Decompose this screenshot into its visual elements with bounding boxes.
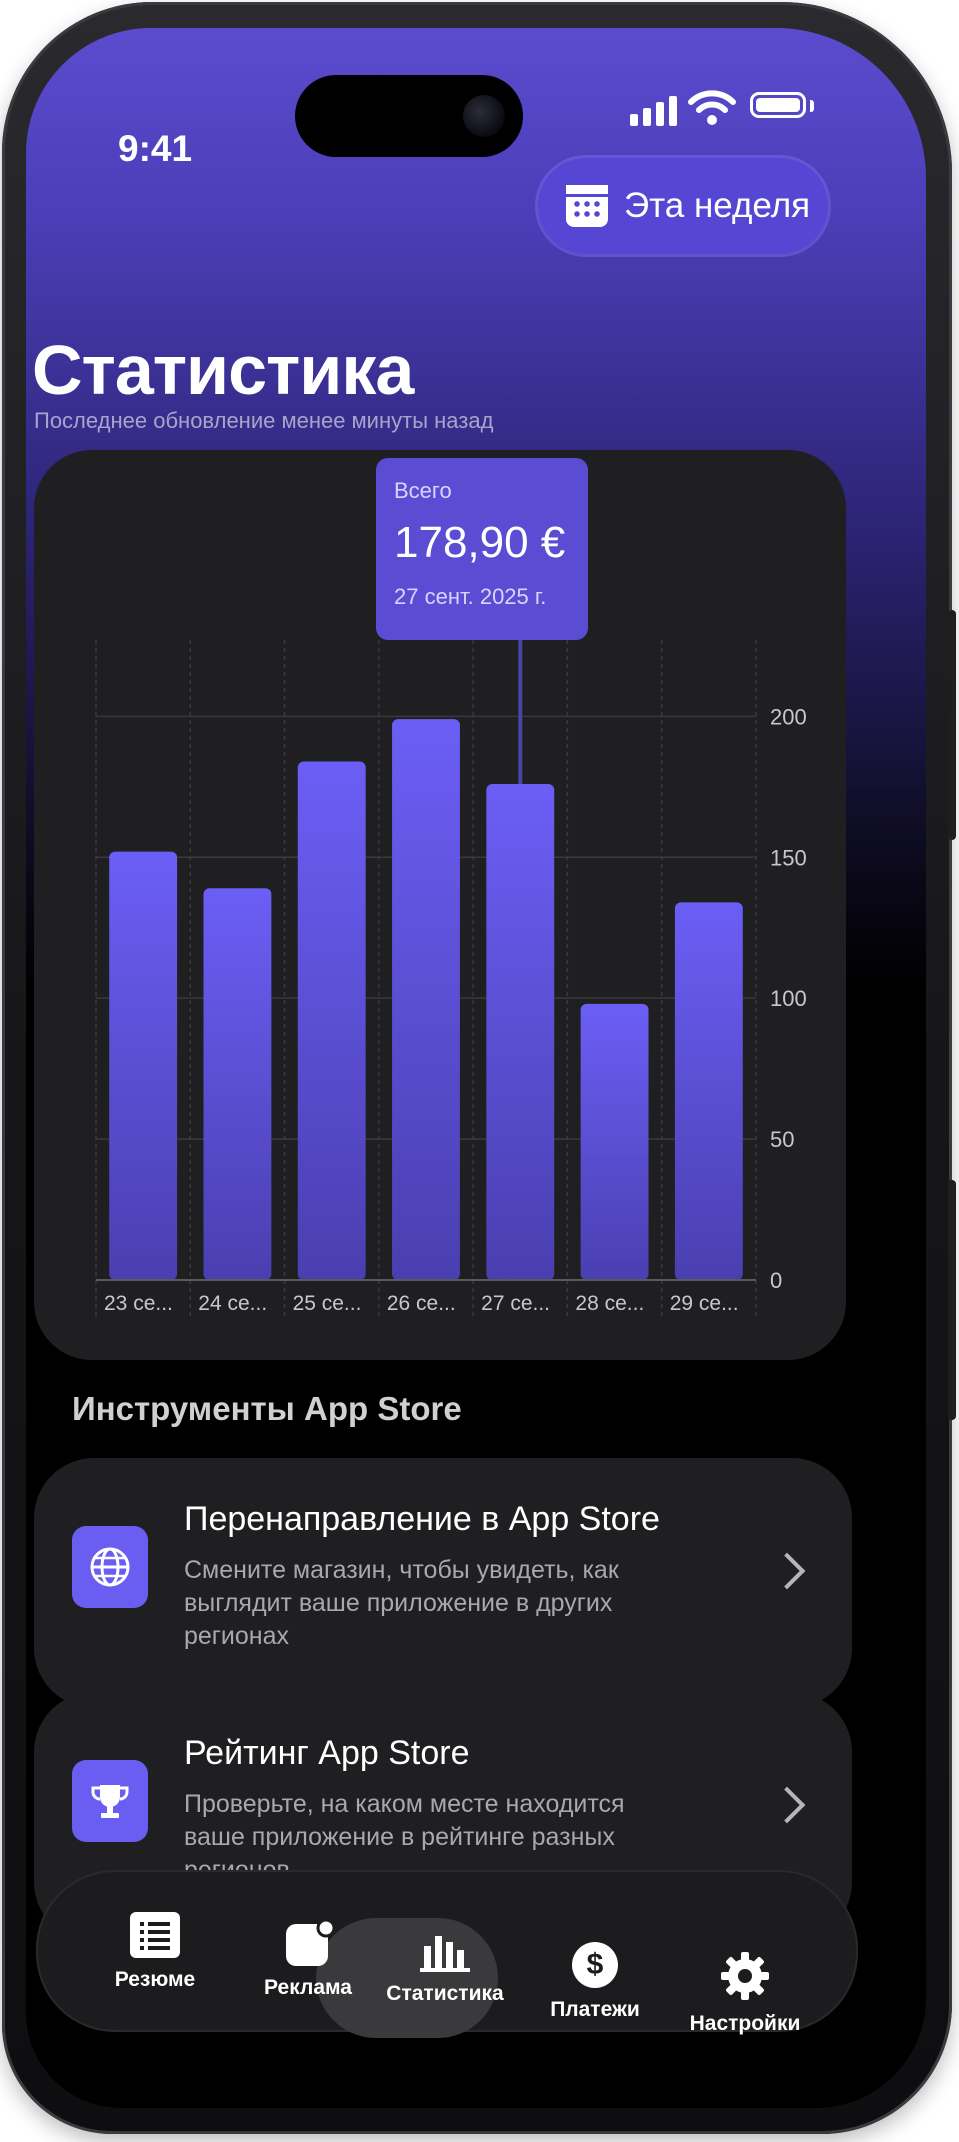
- tool-description: Смените магазин, чтобы увидеть, как выгл…: [184, 1556, 619, 1650]
- x-tick-label: 27 се...: [481, 1292, 550, 1315]
- y-tick-label: 200: [770, 704, 807, 729]
- y-tick-label: 150: [770, 845, 807, 870]
- tool-title: Рейтинг App Store: [184, 1734, 470, 1772]
- notification-badge-icon: [284, 1918, 336, 1966]
- tab-label: Реклама: [264, 1976, 352, 1999]
- tab-statistics[interactable]: Статистика: [380, 1932, 510, 2006]
- tab-label: Платежи: [550, 1998, 640, 2021]
- tab-summary[interactable]: Резюме: [100, 1912, 210, 1992]
- globe-icon: [72, 1526, 148, 1608]
- tab-ads[interactable]: Реклама: [248, 1918, 368, 2000]
- x-tick-label: 25 се...: [293, 1292, 362, 1315]
- tab-label: Настройки: [689, 2012, 801, 2035]
- battery-icon: [750, 92, 806, 118]
- period-selector-button[interactable]: Эта неделя: [538, 158, 828, 254]
- power-button: [948, 1180, 956, 1420]
- tool-title: Перенаправление в App Store: [184, 1500, 660, 1538]
- y-tick-label: 50: [770, 1127, 794, 1152]
- chart-bar[interactable]: [297, 761, 366, 1280]
- camera-icon: [463, 95, 505, 137]
- chevron-right-icon: [768, 1786, 806, 1824]
- tab-label: Статистика: [386, 1982, 504, 2005]
- bar-chart-icon: [420, 1932, 470, 1972]
- battery-tip: [810, 100, 814, 112]
- tab-payments[interactable]: $ Платежи: [540, 1942, 650, 2022]
- x-tick-label: 26 се...: [387, 1292, 456, 1315]
- x-tick-label: 24 се...: [198, 1292, 267, 1315]
- status-icons: [600, 88, 840, 136]
- tooltip-label: Всего: [394, 478, 452, 503]
- last-updated-text: Последнее обновление менее минуты назад: [34, 408, 494, 433]
- y-tick-label: 0: [770, 1268, 782, 1293]
- tooltip-value: 178,90 €: [394, 518, 566, 567]
- chart-bar[interactable]: [109, 851, 178, 1280]
- dynamic-island: [295, 75, 523, 157]
- volume-button: [948, 610, 956, 840]
- calendar-icon: [566, 185, 608, 227]
- chart-bar[interactable]: [392, 719, 460, 1280]
- section-title: Инструменты App Store: [72, 1390, 462, 1427]
- tab-settings[interactable]: Настройки: [680, 1950, 810, 2036]
- chart-bar[interactable]: [203, 888, 272, 1280]
- list-icon: [130, 1912, 180, 1958]
- app-store-redirect-card[interactable]: Перенаправление в App Store Смените мага…: [34, 1458, 852, 1708]
- y-tick-label: 100: [770, 986, 807, 1011]
- chart-bar[interactable]: [486, 784, 555, 1280]
- x-tick-label: 29 се...: [670, 1292, 739, 1315]
- period-label: Эта неделя: [624, 186, 811, 225]
- status-time: 9:41: [118, 128, 193, 169]
- tab-label: Резюме: [114, 1968, 196, 1991]
- dollar-icon: $: [572, 1942, 618, 1988]
- x-tick-label: 28 се...: [575, 1292, 644, 1315]
- x-tick-label: 23 се...: [104, 1292, 173, 1315]
- page-title: Статистика: [32, 331, 414, 409]
- chevron-right-icon: [768, 1552, 806, 1590]
- wifi-icon: [688, 90, 736, 125]
- phone-mockup: 9:41 Эта неделя Статистика Последнее обн…: [0, 0, 959, 2142]
- gear-icon: [719, 1950, 771, 2002]
- tooltip-date: 27 сент. 2025 г.: [394, 584, 547, 609]
- chart-bar[interactable]: [674, 902, 743, 1280]
- trophy-icon: [72, 1760, 148, 1842]
- chart-tooltip: Всего 178,90 € 27 сент. 2025 г.: [376, 458, 588, 640]
- chart-bar[interactable]: [580, 1003, 649, 1280]
